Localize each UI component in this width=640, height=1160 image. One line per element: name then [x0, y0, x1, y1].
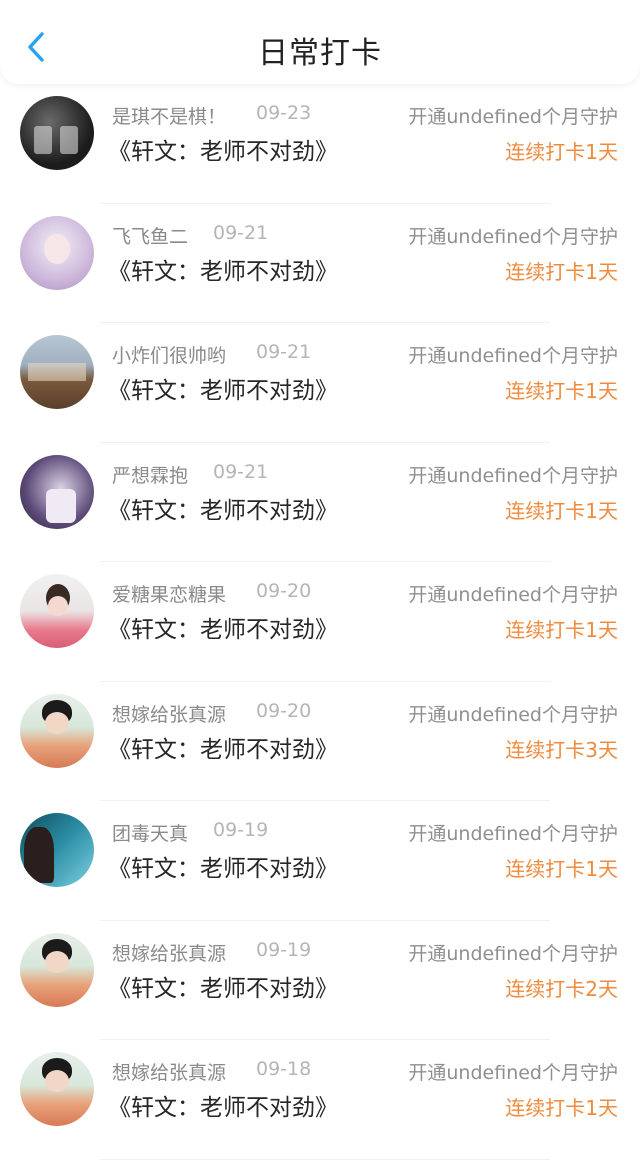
checkin-date: 09-21: [213, 460, 269, 483]
streak-badge: 连续打卡1天: [505, 259, 618, 284]
user-name: 飞飞鱼二: [112, 225, 189, 248]
avatar[interactable]: [20, 574, 94, 648]
avatar[interactable]: [20, 693, 94, 768]
book-title: 《轩文：老师不对劲》: [108, 258, 338, 285]
book-title: 《轩文：老师不对劲》: [108, 378, 338, 404]
user-name: 想嫁给张真源: [112, 942, 227, 965]
checkin-date: 09-19: [256, 938, 312, 961]
book-title: 《轩文：老师不对劲》: [108, 1095, 338, 1121]
avatar[interactable]: [20, 813, 94, 887]
streak-badge: 连续打卡1天: [505, 1096, 618, 1120]
list-item[interactable]: 严想霖抱 09-21 开通undefined个月守护 《轩文：老师不对劲》 连续…: [0, 443, 640, 562]
checkin-date: 09-21: [213, 221, 269, 244]
book-title: 《轩文：老师不对劲》: [108, 975, 338, 1002]
streak-badge: 连续打卡3天: [505, 737, 618, 762]
streak-badge: 连续打卡1天: [505, 140, 618, 164]
user-name: 严想霖抱: [112, 464, 189, 487]
divider: [100, 1158, 550, 1160]
list-item[interactable]: 飞飞鱼二 09-21 开通undefined个月守护 《轩文：老师不对劲》 连续…: [0, 204, 640, 323]
list-item[interactable]: 团毒天真 09-19 开通undefined个月守护 《轩文：老师不对劲》 连续…: [0, 801, 640, 921]
list-item[interactable]: 爱糖果恋糖果 09-20 开通undefined个月守护 《轩文：老师不对劲》 …: [0, 562, 640, 682]
checkin-date: 09-20: [256, 699, 312, 722]
streak-badge: 连续打卡2天: [505, 976, 618, 1001]
guard-info: 开通undefined个月守护: [408, 464, 618, 487]
list-item[interactable]: 想嫁给张真源 09-19 开通undefined个月守护 《轩文：老师不对劲》 …: [0, 921, 640, 1040]
book-title: 《轩文：老师不对劲》: [108, 617, 338, 643]
avatar[interactable]: [20, 335, 94, 409]
guard-info: 开通undefined个月守护: [408, 703, 618, 726]
user-name: 团毒天真: [112, 823, 189, 845]
guard-info: 开通undefined个月守护: [408, 584, 618, 606]
checkin-date: 09-23: [256, 102, 312, 124]
guard-info: 开通undefined个月守护: [408, 823, 618, 845]
user-name: 爱糖果恋糖果: [112, 584, 227, 606]
avatar[interactable]: [20, 215, 94, 290]
book-title: 《轩文：老师不对劲》: [108, 736, 338, 763]
avatar[interactable]: [20, 454, 94, 529]
streak-badge: 连续打卡1天: [505, 857, 618, 881]
avatar[interactable]: [20, 932, 94, 1007]
guard-info: 开通undefined个月守护: [408, 1062, 618, 1084]
guard-info: 开通undefined个月守护: [408, 106, 618, 128]
guard-info: 开通undefined个月守护: [408, 225, 618, 248]
checkin-list: 是琪不是棋！ 09-23 开通undefined个月守护 《轩文：老师不对劲》 …: [0, 84, 640, 1160]
user-name: 小炸们很帅哟: [112, 345, 227, 367]
list-item[interactable]: 小炸们很帅哟 09-21 开通undefined个月守护 《轩文：老师不对劲》 …: [0, 323, 640, 443]
user-name: 想嫁给张真源: [112, 1062, 227, 1084]
page-title: 日常打卡: [258, 36, 382, 71]
avatar[interactable]: [20, 1052, 94, 1126]
avatar[interactable]: [20, 96, 94, 170]
checkin-date: 09-20: [256, 580, 312, 602]
streak-badge: 连续打卡1天: [505, 498, 618, 523]
book-title: 《轩文：老师不对劲》: [108, 497, 338, 524]
top-bar: 日常打卡: [0, 0, 640, 84]
book-title: 《轩文：老师不对劲》: [108, 139, 338, 165]
checkin-date: 09-19: [213, 819, 269, 841]
streak-badge: 连续打卡1天: [505, 379, 618, 403]
checkin-date: 09-18: [256, 1058, 312, 1080]
user-name: 是琪不是棋！: [112, 106, 227, 128]
guard-info: 开通undefined个月守护: [408, 345, 618, 367]
book-title: 《轩文：老师不对劲》: [108, 856, 338, 882]
list-item[interactable]: 想嫁给张真源 09-18 开通undefined个月守护 《轩文：老师不对劲》 …: [0, 1040, 640, 1160]
user-name: 想嫁给张真源: [112, 703, 227, 726]
guard-info: 开通undefined个月守护: [408, 942, 618, 965]
checkin-date: 09-21: [256, 341, 312, 363]
list-item[interactable]: 是琪不是棋！ 09-23 开通undefined个月守护 《轩文：老师不对劲》 …: [0, 84, 640, 204]
list-item[interactable]: 想嫁给张真源 09-20 开通undefined个月守护 《轩文：老师不对劲》 …: [0, 682, 640, 801]
streak-badge: 连续打卡1天: [505, 618, 618, 642]
